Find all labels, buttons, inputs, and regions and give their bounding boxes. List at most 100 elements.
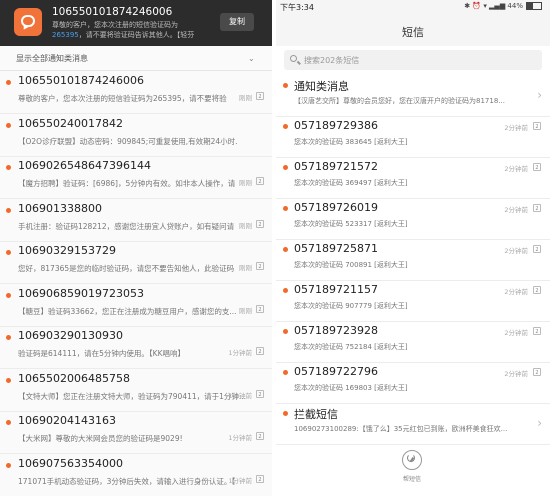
conversation-time: 2分钟前	[504, 165, 528, 173]
message-app-icon	[14, 8, 42, 36]
conversation-preview: 您本次的验证码 523317 [返利大王]	[294, 220, 408, 228]
conversation-preview: 您本次的验证码 383645 [返利大王]	[294, 138, 408, 146]
unread-dot	[6, 462, 11, 468]
unread-dot	[283, 411, 288, 416]
conversation-time: 2分钟前	[504, 124, 528, 132]
unread-dot	[283, 165, 288, 170]
message-preview: 【大米网】尊敬的大米网会员您的验证码是9029!	[18, 434, 183, 443]
unread-dot	[6, 250, 11, 255]
conversation-title: 057189721157	[294, 283, 378, 296]
unread-dot	[283, 83, 288, 88]
notification-title: 106550101874246006	[52, 6, 173, 18]
list-item[interactable]: 106901338800 手机注册：验证码128212，感谢您注册宜人贷账户，如有…	[0, 199, 272, 242]
status-icons-text: ✱ ⏰ ▾ ▂▄▆ 44%	[464, 2, 523, 10]
sender-number: 106550101874246006	[18, 74, 144, 87]
notification-banner[interactable]: 106550101874246006 尊敬的客户，您本次注册的短信验证码为 26…	[0, 0, 272, 46]
sim-card-icon: 2	[256, 389, 264, 398]
message-preview: 【糖豆】验证码33662，您正在注册成为糖豆用户，感谢您的支...	[18, 306, 237, 316]
conversation-item[interactable]: 057189721157 您本次的验证码 907779 [返利大王] 2分钟前 2	[276, 281, 550, 322]
conversation-item[interactable]: 057189729386 您本次的验证码 383645 [返利大王] 2分钟前 2	[276, 117, 550, 158]
unread-dot	[6, 335, 11, 340]
sender-number: 106902654864739​6144	[18, 159, 151, 172]
sim-card-icon: 2	[256, 304, 264, 313]
message-preview: 您好，817365是您的临时验证码，请您不要告知他人，此验证码	[18, 264, 235, 273]
message-time: 1分钟前	[228, 391, 252, 400]
right-screen-sms: 下午3:34 ✱ ⏰ ▾ ▂▄▆ 44% 短信 搜索202条短信 通知类消息 【汉…	[276, 0, 550, 496]
conversation-preview: 您本次的验证码 369497 [返利大王]	[294, 179, 408, 187]
conversation-item[interactable]: 057189725871 您本次的验证码 700891 [返利大王] 2分钟前 2	[276, 240, 550, 281]
conversation-preview: 您本次的验证码 752184 [返利大王]	[294, 343, 408, 351]
message-time: 刚刚	[239, 306, 252, 315]
message-preview: 171071手机动态验证码，3分钟后失效，请输入进行身份认证。【	[18, 476, 236, 486]
copy-button[interactable]: 复制	[220, 13, 254, 31]
conversation-title: 057189726019	[294, 201, 378, 214]
conversation-time: 2分钟前	[504, 247, 528, 255]
message-time: 1分钟前	[228, 476, 252, 485]
list-item[interactable]: 106550101874246006 尊敬的客户，您本次注册的短信验证码为2653…	[0, 71, 272, 114]
battery-icon	[526, 2, 542, 10]
list-item[interactable]: 106906859019723053 【糖豆】验证码33662，您正在注册成为糖豆…	[0, 284, 272, 327]
unread-dot	[6, 292, 11, 298]
conversation-title: 057189721572	[294, 160, 378, 173]
assist-icon	[402, 450, 422, 470]
conversation-item[interactable]: 057189721572 您本次的验证码 369497 [返利大王] 2分钟前 2	[276, 158, 550, 199]
sender-number: 10690756335400​0	[18, 456, 123, 470]
left-screen-notifications: 106550101874246006 尊敬的客户，您本次注册的短信验证码为 26…	[0, 0, 272, 496]
unread-dot	[6, 122, 11, 128]
unread-dot	[6, 165, 11, 170]
conversation-preview: 您本次的验证码 700891 [返利大王]	[294, 261, 408, 269]
message-preview: 尊敬的客户，您本次注册的短信验证码为265395，请不要将验	[18, 94, 227, 103]
sender-number: 10690329​0130930	[18, 329, 123, 342]
message-time: 刚刚	[239, 94, 252, 102]
sender-number: 10690204143163	[18, 414, 116, 427]
conversation-item[interactable]: 057189723928 您本次的验证码 752184 [返利大王] 2分钟前 2	[276, 322, 550, 363]
status-icons: ✱ ⏰ ▾ ▂▄▆ 44%	[464, 2, 542, 10]
sim-card-icon: 2	[533, 286, 541, 294]
conversation-item[interactable]: 拦截短信 10690273100289:【饿了么】35元红包已到账，欧洲杯美食狂欢…	[276, 404, 550, 445]
conversation-time: 2分钟前	[504, 288, 528, 296]
sim-card-icon: 2	[533, 245, 541, 253]
conversation-title: 057189725871	[294, 242, 378, 255]
sim-card-icon: 2	[256, 92, 264, 100]
notification-filter[interactable]: 显示全部通知类消息 ⌄	[0, 48, 272, 71]
conversation-item[interactable]: 通知类消息 【汉唐艺交所】尊敬的会员您好，您在汉唐开户的验证码为81718... ›	[276, 76, 550, 117]
list-item[interactable]: 10655024001​7842 【O2O诊疗联盟】动态密码：909845;可重复…	[0, 114, 272, 157]
unread-dot	[6, 80, 11, 85]
notification-body-text: 尊敬的客户，您本次注册的短信验证码为	[52, 21, 178, 29]
message-preview: 【O2O诊疗联盟】动态密码：909845;可重复使用,有效期24小时.	[18, 136, 238, 146]
unread-dot	[283, 288, 288, 293]
notification-body-text-2: ，请不要将验证码告诉其他人。【轻芬	[78, 31, 195, 39]
sim-card-icon: 2	[256, 262, 264, 270]
notification-code-link[interactable]: 265395	[52, 31, 79, 39]
conversation-item[interactable]: 057189726019 您本次的验证码 523317 [返利大王] 2分钟前 2	[276, 199, 550, 240]
message-time: 刚刚	[239, 221, 252, 230]
unread-dot	[283, 206, 288, 211]
sim-card-icon: 2	[256, 177, 264, 185]
list-item[interactable]: 10690329153729 您好，817365是您的临时验证码，请您不要告知他人…	[0, 241, 272, 284]
list-item[interactable]: 10690204143163 【大米网】尊敬的大米网会员您的验证码是9029! 1分…	[0, 411, 272, 454]
unread-dot	[283, 124, 288, 129]
search-icon	[290, 55, 301, 65]
sender-number: 10655024001​7842	[18, 116, 123, 130]
search-input[interactable]: 搜索202条短信	[284, 50, 542, 70]
conversation-preview: 10690273100289:【饿了么】35元红包已到账，欧洲杯美食狂欢...	[294, 425, 508, 433]
message-time: 1分钟前	[228, 349, 252, 357]
message-preview: 手机注册：验证码128212，感谢您注册宜人贷账户，如有疑问请	[18, 221, 235, 231]
list-item[interactable]: 1065502006485758 【文特大师】您正在注册文特大师，验证码为7904…	[0, 369, 272, 412]
helper-label: 帮短信	[402, 476, 421, 483]
list-item[interactable]: 10690756335400​0 171071手机动态验证码，3分钟后失效，请输入…	[0, 454, 272, 496]
unread-dot	[283, 370, 288, 375]
list-item[interactable]: 10690329​0130930 验证码是614111，请在5分钟内使用。【KK唱…	[0, 326, 272, 369]
sender-number: 106906859019723053	[18, 286, 144, 300]
conversation-preview: 您本次的验证码 169803 [返利大王]	[294, 384, 408, 392]
sender-number: 106901338800	[18, 201, 102, 215]
chevron-right-icon: ›	[537, 88, 542, 102]
sim-card-icon: 2	[533, 327, 541, 335]
list-item[interactable]: 106902654864739​6144 【魔方招聘】验证码：[6986]，5分钟…	[0, 156, 272, 199]
conversation-item[interactable]: 057189722796 您本次的验证码 169803 [返利大王] 2分钟前 2	[276, 363, 550, 404]
sim-card-icon: 2	[533, 368, 541, 376]
sim-card-icon: 2	[533, 122, 541, 130]
status-bar: 下午3:34 ✱ ⏰ ▾ ▂▄▆ 44%	[276, 0, 550, 14]
sim-card-icon: 2	[256, 474, 264, 483]
message-time: 刚刚	[239, 264, 252, 272]
